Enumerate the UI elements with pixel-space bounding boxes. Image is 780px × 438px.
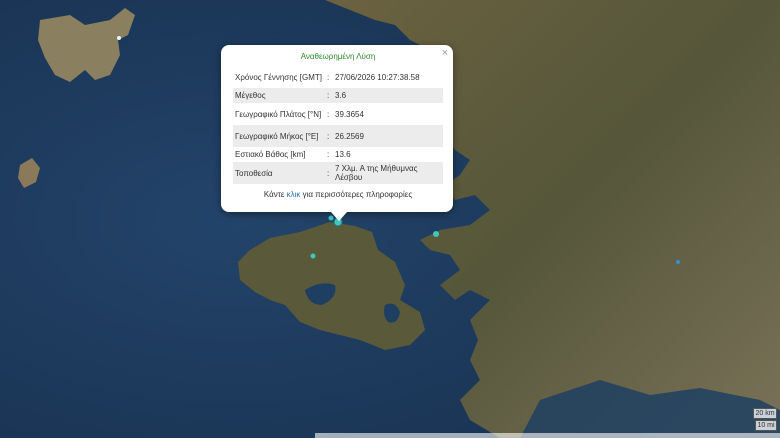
table-row: Χρόνος Γέννησης [GMT] : 27/06/2026 10:27…: [233, 66, 443, 88]
earthquake-info-popup: × Αναθεωρημένη Λύση Χρόνος Γέννησης [GMT…: [221, 45, 453, 221]
scale-bar-km: 20 km: [753, 408, 777, 419]
earthquake-marker[interactable]: [310, 253, 316, 259]
table-row: Τοποθεσία : 7 Χλμ. Α της Μήθυμνας Λέσβου: [233, 162, 443, 184]
row-value: 3.6: [333, 88, 443, 103]
row-label: Τοποθεσία: [233, 162, 325, 184]
table-row: Εστιακό Βάθος [km] : 13.6: [233, 147, 443, 162]
row-label: Εστιακό Βάθος [km]: [235, 150, 306, 159]
popup-title: Αναθεωρημένη Λύση: [300, 52, 376, 61]
earthquake-marker[interactable]: [433, 231, 439, 237]
more-info-text: Κάντε κλικ για περισσότερες πληροφορίες: [263, 190, 413, 199]
row-label: Μέγεθος: [233, 88, 325, 103]
earthquake-details-table: Χρόνος Γέννησης [GMT] : 27/06/2026 10:27…: [233, 66, 443, 184]
row-value: 7 Χλμ. Α της Μήθυμνας Λέσβου: [333, 162, 443, 184]
scale-bar-mi: 10 mi: [755, 420, 777, 431]
close-icon[interactable]: ×: [442, 47, 448, 59]
more-info-link[interactable]: κλικ: [287, 190, 301, 199]
earthquake-marker[interactable]: [117, 36, 121, 40]
row-label: Γεωγραφικό Πλάτος [°N]: [235, 109, 322, 119]
table-row: Μέγεθος : 3.6: [233, 88, 443, 103]
row-value: 39.3654: [335, 109, 364, 119]
row-value: 27/06/2026 10:27:38.58: [335, 72, 420, 82]
earthquake-marker[interactable]: [676, 260, 680, 264]
table-row: Γεωγραφικό Πλάτος [°N] : 39.3654: [233, 103, 443, 125]
map-attribution: [315, 433, 780, 438]
table-row: Γεωγραφικό Μήκος [°E] : 26.2569: [233, 125, 443, 147]
row-value: 13.6: [335, 150, 351, 159]
row-value: 26.2569: [333, 125, 443, 147]
row-label: Χρόνος Γέννησης [GMT]: [235, 72, 322, 82]
row-label: Γεωγραφικό Μήκος [°E]: [233, 125, 325, 147]
